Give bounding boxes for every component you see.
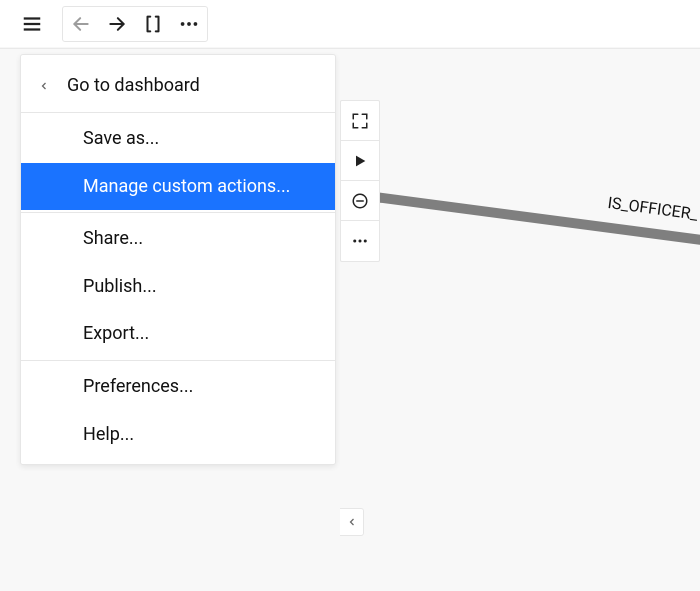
menu-back[interactable]: Go to dashboard	[21, 61, 335, 110]
menu-item-share[interactable]: Share...	[21, 215, 335, 263]
menu-item-export[interactable]: Export...	[21, 310, 335, 358]
chevron-left-icon	[35, 80, 53, 92]
canvas-more-icon[interactable]	[341, 221, 379, 261]
chevron-left-icon	[346, 516, 358, 528]
back-button[interactable]	[63, 7, 99, 41]
collapse-panel-button[interactable]	[340, 508, 364, 536]
menu-item-preferences[interactable]: Preferences...	[21, 363, 335, 411]
menu-item-help[interactable]: Help...	[21, 411, 335, 459]
menu-item-manage-custom-actions[interactable]: Manage custom actions...	[21, 163, 335, 211]
nav-group	[62, 6, 208, 42]
canvas-toolbar	[340, 100, 380, 262]
menu-separator	[21, 212, 335, 213]
zoom-out-icon[interactable]	[341, 181, 379, 221]
menu-item-publish[interactable]: Publish...	[21, 263, 335, 311]
braces-icon[interactable]	[135, 7, 171, 41]
menu-separator	[21, 112, 335, 113]
menu-separator	[21, 360, 335, 361]
menu-icon[interactable]	[14, 6, 50, 42]
menu-back-label: Go to dashboard	[67, 75, 200, 96]
fullscreen-icon[interactable]	[341, 101, 379, 141]
forward-button[interactable]	[99, 7, 135, 41]
top-toolbar	[0, 0, 700, 48]
menu-item-save-as[interactable]: Save as...	[21, 115, 335, 163]
more-icon[interactable]	[171, 7, 207, 41]
overflow-menu: Go to dashboard Save as... Manage custom…	[20, 54, 336, 465]
play-icon[interactable]	[341, 141, 379, 181]
